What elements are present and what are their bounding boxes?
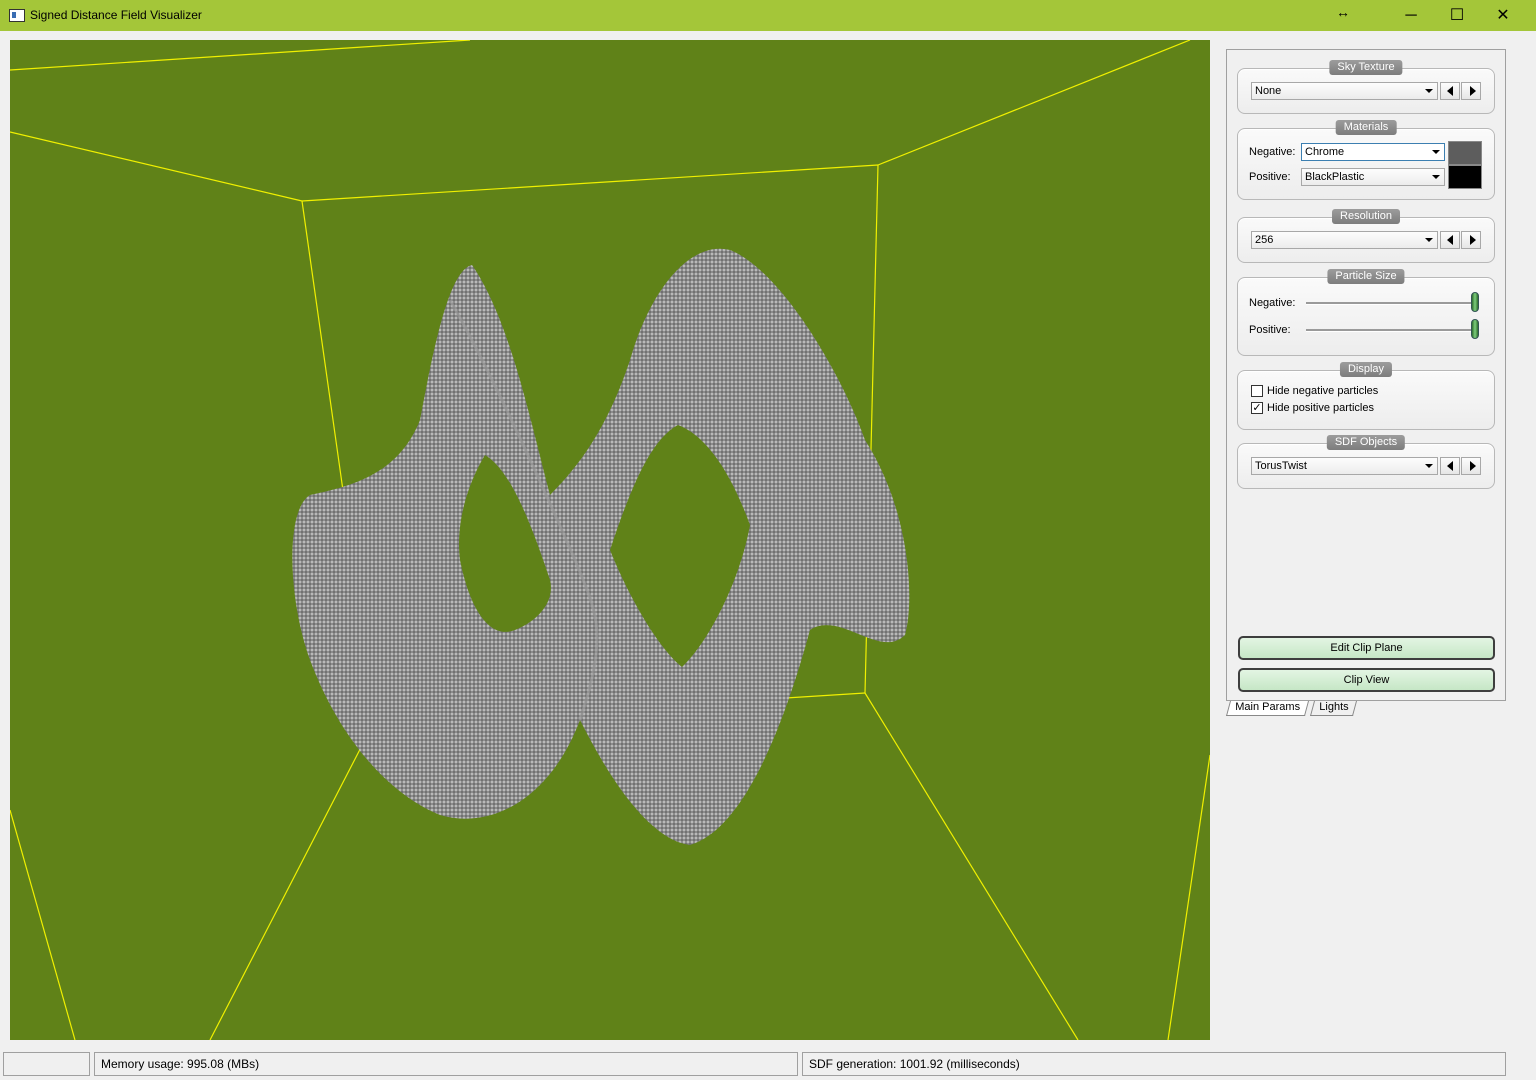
negative-material-label: Negative:	[1249, 146, 1296, 158]
sdf-object-value: TorusTwist	[1255, 460, 1307, 472]
status-bar: Memory usage: 995.08 (MBs) SDF generatio…	[0, 1048, 1536, 1080]
sky-texture-next-button[interactable]	[1461, 82, 1481, 100]
positive-material-value: BlackPlastic	[1305, 171, 1365, 183]
negative-material-select[interactable]: Chrome	[1301, 143, 1445, 161]
positive-size-label: Positive:	[1249, 324, 1291, 336]
clip-view-button[interactable]: Clip View	[1238, 668, 1495, 692]
arrow-right-icon	[1470, 461, 1476, 471]
chevron-down-icon	[1425, 464, 1433, 468]
negative-size-slider[interactable]	[1306, 302, 1478, 305]
status-empty-cell	[3, 1052, 90, 1076]
tab-lights-label: Lights	[1319, 701, 1349, 713]
sdf-objects-group: SDF Objects TorusTwist	[1237, 435, 1495, 489]
particle-size-group: Particle Size Negative: Positive:	[1237, 269, 1495, 356]
viewport-scene	[10, 40, 1210, 1040]
memory-usage-status: Memory usage: 995.08 (MBs)	[94, 1052, 798, 1076]
materials-group: Materials Negative: Chrome Positive: Bla…	[1237, 120, 1495, 200]
positive-size-slider[interactable]	[1306, 329, 1478, 332]
hide-positive-checkbox[interactable]: ✓	[1251, 402, 1263, 414]
resolution-group: Resolution 256	[1237, 209, 1495, 263]
arrow-right-icon	[1470, 86, 1476, 96]
arrow-left-icon	[1447, 86, 1453, 96]
tab-main-params[interactable]: Main Params	[1225, 701, 1309, 716]
3d-viewport[interactable]	[10, 40, 1210, 1040]
negative-size-label: Negative:	[1249, 297, 1296, 309]
materials-title: Materials	[1335, 120, 1397, 135]
sky-texture-title: Sky Texture	[1329, 60, 1403, 75]
resolution-title: Resolution	[1332, 209, 1400, 224]
chevron-down-icon	[1432, 150, 1440, 154]
display-group: Display Hide negative particles ✓ Hide p…	[1237, 362, 1495, 430]
sdf-objects-title: SDF Objects	[1326, 435, 1406, 450]
title-bar[interactable]: Signed Distance Field Visualizer ↔ ─ ☐ ✕	[0, 0, 1536, 31]
chevron-down-icon	[1425, 89, 1433, 93]
torus-twist-surface	[292, 248, 910, 845]
sky-texture-select[interactable]: None	[1251, 82, 1438, 100]
minimize-button[interactable]: ─	[1388, 0, 1434, 31]
negative-material-value: Chrome	[1305, 146, 1345, 158]
resolution-prev-button[interactable]	[1440, 231, 1460, 249]
arrow-left-icon	[1447, 235, 1453, 245]
sky-texture-group: Sky Texture None	[1237, 60, 1495, 114]
close-button[interactable]: ✕	[1480, 0, 1526, 31]
parameters-panel: Sky Texture None Materials Negative: Chr…	[1226, 49, 1506, 701]
positive-color-swatch[interactable]	[1448, 165, 1482, 189]
app-icon	[9, 9, 25, 22]
maximize-button[interactable]: ☐	[1434, 0, 1480, 31]
resolution-next-button[interactable]	[1461, 231, 1481, 249]
sky-texture-value: None	[1255, 85, 1282, 97]
resolution-select[interactable]: 256	[1251, 231, 1438, 249]
particle-size-title: Particle Size	[1327, 269, 1405, 284]
sdf-object-prev-button[interactable]	[1440, 457, 1460, 475]
positive-material-select[interactable]: BlackPlastic	[1301, 168, 1445, 186]
hide-negative-checkbox[interactable]	[1251, 385, 1263, 397]
tab-lights[interactable]: Lights	[1309, 701, 1358, 716]
tab-main-params-label: Main Params	[1235, 701, 1301, 713]
negative-size-thumb[interactable]	[1471, 292, 1479, 312]
resolution-value: 256	[1255, 234, 1274, 246]
positive-size-thumb[interactable]	[1471, 319, 1479, 339]
positive-material-label: Positive:	[1249, 171, 1291, 183]
hide-positive-label[interactable]: Hide positive particles	[1267, 402, 1374, 414]
arrow-right-icon	[1470, 235, 1476, 245]
sdf-generation-status: SDF generation: 1001.92 (milliseconds)	[802, 1052, 1506, 1076]
chevron-down-icon	[1432, 175, 1440, 179]
arrow-left-icon	[1447, 461, 1453, 471]
display-title: Display	[1339, 362, 1393, 377]
negative-color-swatch[interactable]	[1448, 141, 1482, 165]
window-title: Signed Distance Field Visualizer	[30, 8, 202, 22]
chevron-down-icon	[1425, 238, 1433, 242]
hide-negative-label[interactable]: Hide negative particles	[1267, 385, 1378, 397]
sdf-object-next-button[interactable]	[1461, 457, 1481, 475]
resize-icon: ↔	[1336, 4, 1350, 20]
edit-clip-plane-button[interactable]: Edit Clip Plane	[1238, 636, 1495, 660]
sky-texture-prev-button[interactable]	[1440, 82, 1460, 100]
sdf-object-select[interactable]: TorusTwist	[1251, 457, 1438, 475]
